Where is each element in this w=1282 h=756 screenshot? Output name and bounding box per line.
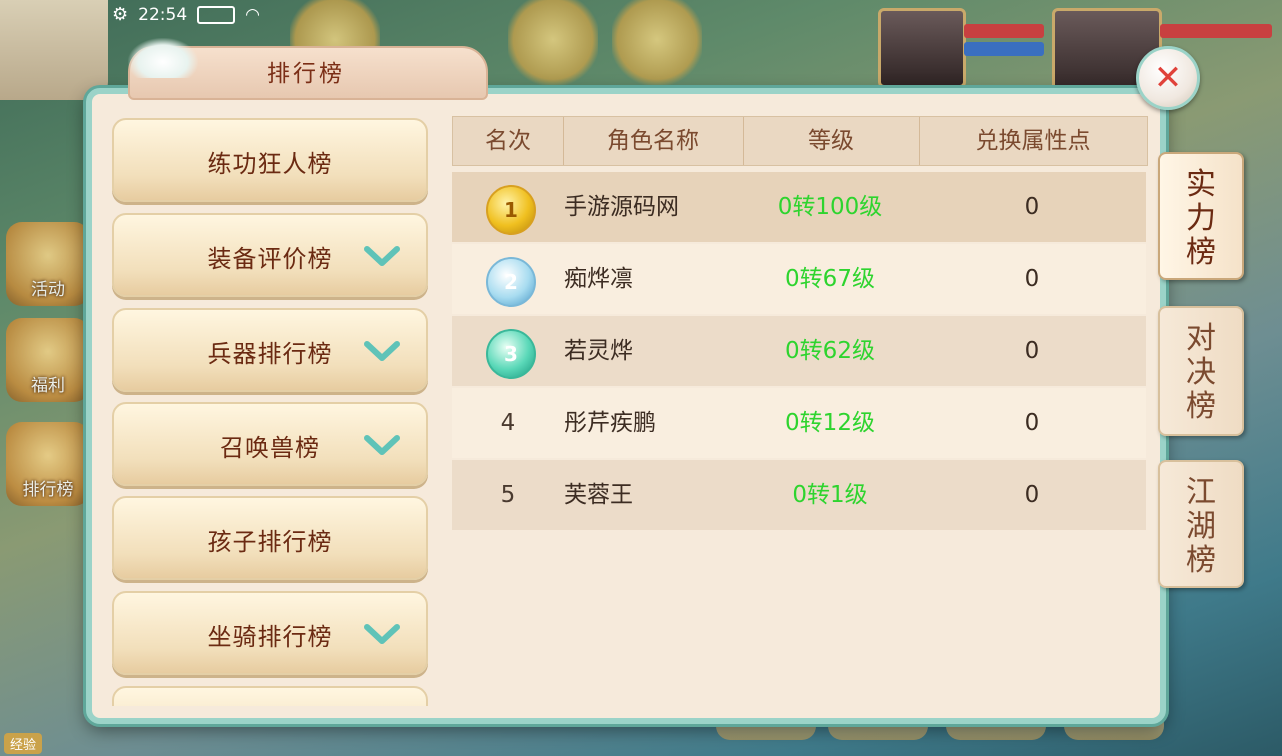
gift-icon[interactable] [508, 0, 598, 88]
category-button-summon[interactable]: 召唤兽榜 [112, 402, 428, 486]
category-button-equipment[interactable]: 装备评价榜 [112, 213, 428, 297]
table-header: 名次 角色名称 等级 兑换属性点 [452, 116, 1148, 166]
category-label: 孩子排行榜 [207, 528, 333, 556]
tab-jianghu-ranking[interactable]: 江湖榜 [1158, 460, 1244, 588]
player-points: 0 [1024, 482, 1040, 508]
header-name: 角色名称 [607, 128, 699, 154]
activity-button[interactable]: 活动 [6, 222, 90, 306]
minimap-scroll[interactable] [0, 0, 108, 100]
chevron-down-icon [364, 246, 400, 266]
tab-strength-ranking[interactable]: 实力榜 [1158, 152, 1244, 280]
player-level: 0转100级 [777, 194, 883, 220]
player-level: 0转12级 [785, 410, 875, 436]
gear-icon[interactable]: ⚙ [112, 4, 128, 25]
close-button[interactable]: ✕ [1136, 46, 1200, 110]
player-name: 手游源码网 [564, 194, 679, 220]
table-row[interactable]: 5 芙蓉王 0转1级 0 [452, 460, 1146, 530]
panel-title: 排行榜 [267, 61, 345, 87]
category-button-more[interactable] [112, 686, 428, 706]
category-label: 练功狂人榜 [207, 150, 333, 178]
tab-label: 实力榜 [1186, 167, 1216, 270]
treasure-icon[interactable] [612, 0, 702, 88]
chevron-down-icon [364, 624, 400, 644]
player-points: 0 [1024, 194, 1040, 220]
pet-hp-bar [964, 24, 1044, 38]
player-points: 0 [1024, 266, 1040, 292]
jade-medal-icon: 3 [486, 329, 536, 379]
player-rank: 4 [500, 410, 516, 436]
close-icon: ✕ [1153, 58, 1183, 98]
tab-label: 对决榜 [1186, 321, 1216, 424]
silver-medal-icon: 2 [486, 257, 536, 307]
status-bar: ⚙ 22:54 ◠ [112, 4, 260, 25]
tab-label: 江湖榜 [1186, 475, 1216, 578]
pet-portrait[interactable] [878, 8, 966, 88]
chevron-down-icon [364, 435, 400, 455]
player-points: 0 [1024, 338, 1040, 364]
welfare-button[interactable]: 福利 [6, 318, 90, 402]
table-row[interactable]: 2 痴烨凛 0转67级 0 [452, 244, 1146, 314]
player-level: 0转67级 [785, 266, 875, 292]
category-button-weapon[interactable]: 兵器排行榜 [112, 308, 428, 392]
gold-medal-icon: 1 [486, 185, 536, 235]
category-list[interactable]: 练功狂人榜 装备评价榜 兵器排行榜 召唤兽榜 孩子排行榜 坐骑排行榜 [112, 118, 428, 706]
table-row[interactable]: 1 手游源码网 0转100级 0 [452, 172, 1146, 242]
chevron-down-icon [364, 341, 400, 361]
ranking-dock-button[interactable]: 排行榜 [6, 422, 90, 506]
player-hp-bar [1160, 24, 1272, 38]
header-points: 兑换属性点 [975, 128, 1091, 154]
player-name: 痴烨凛 [564, 266, 633, 292]
player-name: 彤芹疾鹏 [564, 410, 656, 436]
player-name: 芙蓉王 [564, 482, 633, 508]
player-rank: 5 [500, 482, 516, 508]
player-points: 0 [1024, 410, 1040, 436]
header-level: 等级 [808, 128, 854, 154]
category-button-mount[interactable]: 坐骑排行榜 [112, 591, 428, 675]
header-rank: 名次 [485, 128, 531, 154]
table-row[interactable]: 3 若灵烨 0转62级 0 [452, 316, 1146, 386]
exp-label: 经验 [4, 733, 43, 754]
clock: 22:54 [138, 4, 188, 25]
wifi-icon: ◠ [245, 4, 260, 25]
pet-mp-bar [964, 42, 1044, 56]
tab-duel-ranking[interactable]: 对决榜 [1158, 306, 1244, 436]
category-button-children[interactable]: 孩子排行榜 [112, 496, 428, 580]
table-row[interactable]: 4 彤芹疾鹏 0转12级 0 [452, 388, 1146, 458]
player-level: 0转62级 [785, 338, 875, 364]
battery-icon [197, 5, 236, 24]
category-button-practice[interactable]: 练功狂人榜 [112, 118, 428, 202]
player-level: 0转1级 [792, 482, 868, 508]
player-name: 若灵烨 [564, 338, 633, 364]
